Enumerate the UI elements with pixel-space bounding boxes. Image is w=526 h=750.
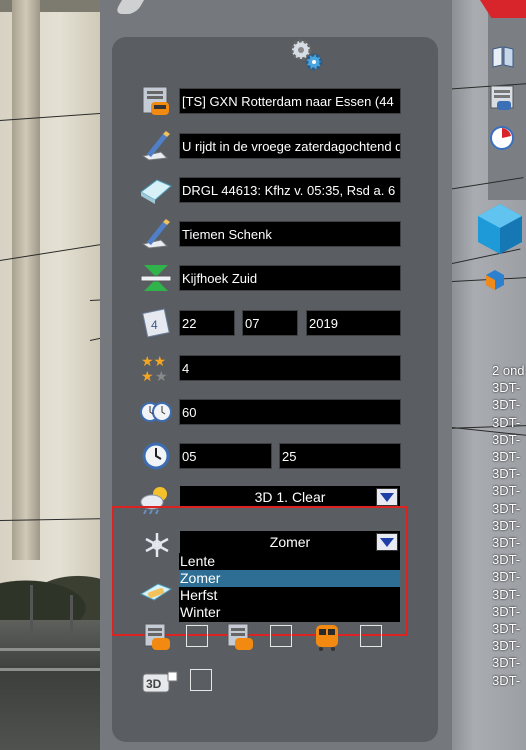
svg-text:3D: 3D <box>146 677 162 691</box>
description-row: U rijdt in de vroege zaterdagochtend d <box>138 129 404 163</box>
scenario-train-icon <box>138 84 174 118</box>
author-row: Tiemen Schenk <box>138 217 404 251</box>
consist-train-icon <box>143 622 173 652</box>
clock-icon <box>138 439 174 473</box>
start-marker-icon <box>138 261 174 295</box>
side-list-item[interactable]: 3DT- <box>492 637 526 654</box>
side-list-item[interactable]: 3DT- <box>492 414 526 431</box>
side-list-item[interactable]: 3DT- <box>492 568 526 585</box>
side-list-header: 2 ond <box>492 363 525 378</box>
svg-text:★★: ★★ <box>141 354 166 370</box>
side-list-item[interactable]: 3DT- <box>492 603 526 620</box>
weather-dropdown-arrow-icon[interactable] <box>376 488 398 506</box>
clock-red-icon[interactable] <box>488 124 516 152</box>
checkbox-1[interactable] <box>186 625 208 647</box>
briefing-ticket-icon <box>138 173 174 207</box>
side-list-item[interactable]: 3DT- <box>492 672 526 689</box>
svg-text:★: ★ <box>155 369 168 384</box>
calendar-icon: 4 <box>138 306 174 340</box>
side-list-item[interactable]: 3DT- <box>492 396 526 413</box>
side-list-item[interactable]: 3DT- <box>492 586 526 603</box>
start-location-row: Kijfhoek Zuid <box>138 261 404 295</box>
weather-selected-value: 3D 1. Clear <box>254 489 326 505</box>
start-location-field[interactable]: Kijfhoek Zuid <box>179 265 401 291</box>
side-list-item[interactable]: 3DT- <box>492 534 526 551</box>
duration-field[interactable]: 60 <box>179 399 401 425</box>
scenario-name-field[interactable]: [TS] GXN Rotterdam naar Essen (44 <box>179 88 401 114</box>
start-time-hours-field[interactable]: 05 <box>179 443 272 469</box>
side-list-item[interactable]: 3DT- <box>492 465 526 482</box>
date-day-field[interactable]: 22 <box>179 310 235 336</box>
weather-dropdown[interactable]: 3D 1. Clear <box>180 486 400 508</box>
side-list-item[interactable]: 3DT- <box>492 620 526 637</box>
briefing-field[interactable]: DRGL 44613: Kfhz v. 05:35, Rsd a. 6 <box>179 177 401 203</box>
side-list-item[interactable]: 3DT- <box>492 654 526 671</box>
station-pillar <box>12 0 40 560</box>
date-row: 4 22 07 2019 <box>138 306 404 340</box>
cube-icon[interactable] <box>474 200 526 256</box>
description-pen-icon <box>138 129 174 163</box>
start-time-minutes-field[interactable]: 25 <box>279 443 401 469</box>
rating-field[interactable]: 4 <box>179 355 401 381</box>
description-field[interactable]: U rijdt in de vroege zaterdagochtend d <box>179 133 401 159</box>
svg-text:4: 4 <box>151 318 158 332</box>
rating-row: ★★ ★ ★ 4 <box>138 351 404 385</box>
duration-row: 60 <box>138 395 404 429</box>
catenary-mast <box>30 585 33 635</box>
rating-stars-icon: ★★ ★ ★ <box>138 351 174 385</box>
consist-train-icon <box>226 622 256 652</box>
date-month-field[interactable]: 07 <box>242 310 298 336</box>
highlight-box <box>112 506 408 636</box>
side-list-item[interactable]: 3DT- <box>492 517 526 534</box>
book-icon[interactable] <box>490 44 516 70</box>
author-pen-icon <box>138 217 174 251</box>
checkbox-3[interactable] <box>360 625 382 647</box>
checkbox-3d[interactable] <box>190 669 212 691</box>
side-list-item[interactable]: 3DT- <box>492 551 526 568</box>
scenario-name-row: [TS] GXN Rotterdam naar Essen (44 <box>138 84 404 118</box>
side-object-list: 2 ond 3DT- 3DT- 3DT- 3DT- 3DT- 3DT- 3DT- 3DT- 3D… <box>492 362 526 689</box>
author-field[interactable]: Tiemen Schenk <box>179 221 401 247</box>
briefing-row: DRGL 44613: Kfhz v. 05:35, Rsd a. 6 <box>138 173 404 207</box>
checkbox-2[interactable] <box>270 625 292 647</box>
side-list-item[interactable]: 3DT- <box>492 482 526 499</box>
train-list-icon[interactable] <box>488 83 518 113</box>
side-list-item[interactable]: 3DT- <box>492 431 526 448</box>
catenary-mast <box>70 595 73 635</box>
side-list-item[interactable]: 3DT- <box>492 448 526 465</box>
orange-train-icon <box>312 622 342 652</box>
3d-icon: 3D <box>142 670 178 694</box>
small-cube-icon[interactable] <box>484 268 506 292</box>
svg-text:★: ★ <box>141 369 154 384</box>
date-year-field[interactable]: 2019 <box>306 310 401 336</box>
settings-gears-icon[interactable] <box>286 36 326 74</box>
duration-clocks-icon <box>138 395 174 429</box>
side-list-item[interactable]: 3DT- <box>492 500 526 517</box>
side-list-item[interactable]: 3DT- <box>492 379 526 396</box>
start-time-row: 05 25 <box>138 439 404 473</box>
